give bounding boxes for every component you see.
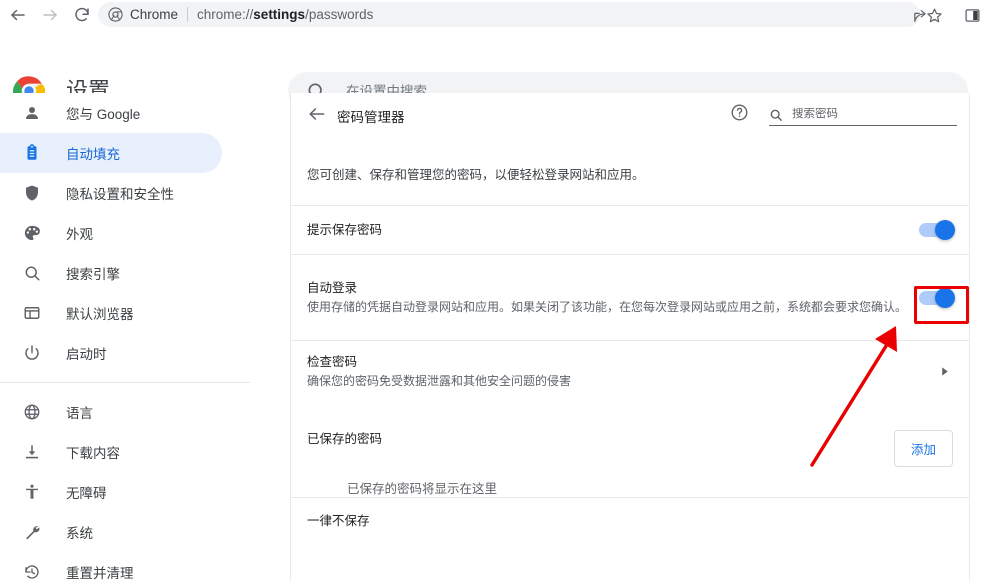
- chevron-right-icon[interactable]: [935, 363, 953, 381]
- row-text-block: 检查密码 确保您的密码免受数据泄露和其他安全问题的侵害: [307, 353, 935, 390]
- reload-icon: [75, 7, 89, 21]
- chevron-glyph: [941, 367, 948, 376]
- omnibox-divider: [187, 7, 189, 22]
- person-icon: [22, 103, 42, 123]
- power-icon: [22, 343, 42, 363]
- auto-sign-in-toggle[interactable]: [919, 287, 955, 308]
- sidebar-label: 重置并清理: [66, 566, 134, 581]
- side-panel-glyph: [964, 8, 980, 22]
- page-title: 密码管理器: [337, 110, 405, 125]
- sidebar-divider: [0, 382, 250, 383]
- row-text-block: 自动登录 使用存储的凭据自动登录网站和应用。如果关闭了该功能，在您每次登录网站或…: [307, 279, 919, 316]
- sidebar-label: 启动时: [66, 347, 107, 362]
- row-auto-sign-in[interactable]: 自动登录 使用存储的凭据自动登录网站和应用。如果关闭了该功能，在您每次登录网站或…: [291, 254, 969, 340]
- row-check-passwords[interactable]: 检查密码 确保您的密码免受数据泄露和其他安全问题的侵害: [291, 340, 969, 402]
- sidebar-item-languages[interactable]: 语言: [0, 392, 222, 432]
- forward-arrow-icon: [43, 9, 57, 20]
- offer-to-save-toggle[interactable]: [919, 220, 955, 240]
- sidebar-item-search-engine[interactable]: 搜索引擎: [0, 253, 222, 293]
- omnibox-url: chrome://settings/passwords: [197, 7, 373, 22]
- password-search-input[interactable]: [792, 107, 957, 122]
- star-glyph: [926, 8, 942, 22]
- omnibox[interactable]: Chrome chrome://settings/passwords: [98, 2, 920, 27]
- back-button[interactable]: [4, 1, 32, 29]
- row-title: 检查密码: [307, 355, 358, 369]
- sidebar-label: 搜索引擎: [66, 267, 120, 282]
- browser-window: Chrome chrome://settings/passwords 设置 在设…: [0, 0, 986, 581]
- clipboard-icon: [22, 143, 42, 163]
- sidebar-label: 语言: [66, 406, 93, 421]
- back-arrow-icon: [309, 108, 325, 120]
- panel-intro-text: 您可创建、保存和管理您的密码，以便轻松登录网站和应用。: [307, 168, 645, 182]
- sidebar-label: 您与 Google: [66, 107, 141, 122]
- add-password-button[interactable]: 添加: [893, 430, 953, 467]
- side-panel-icon[interactable]: [960, 3, 984, 27]
- sidebar-label: 外观: [66, 227, 93, 242]
- sidebar-label: 默认浏览器: [66, 307, 134, 322]
- sidebar-item-system[interactable]: 系统: [0, 512, 222, 552]
- row-title: 一律不保存: [307, 514, 370, 528]
- row-never-saved: 一律不保存: [291, 497, 969, 542]
- reload-button[interactable]: [68, 1, 96, 29]
- settings-sidebar: 您与 Google 自动填充 隐私设置和安全性 外观 搜索引擎 默认浏览器 启动…: [0, 93, 250, 581]
- saved-passwords-empty-state: 已保存的密码将显示在这里: [347, 482, 498, 496]
- sidebar-item-reset-cleanup[interactable]: 重置并清理: [0, 552, 222, 581]
- sidebar-item-accessibility[interactable]: 无障碍: [0, 472, 222, 512]
- help-circle-icon[interactable]: [730, 103, 750, 123]
- palette-icon: [22, 223, 42, 243]
- wrench-icon: [22, 522, 42, 542]
- sidebar-label: 无障碍: [66, 486, 107, 501]
- forward-button[interactable]: [36, 1, 64, 29]
- sidebar-item-privacy-security[interactable]: 隐私设置和安全性: [0, 173, 222, 213]
- back-arrow-icon: [11, 9, 25, 20]
- row-subtitle: 确保您的密码免受数据泄露和其他安全问题的侵害: [307, 374, 572, 388]
- row-subtitle: 使用存储的凭据自动登录网站和应用。如果关闭了该功能，在您每次登录网站或应用之前，…: [307, 300, 908, 314]
- sidebar-item-autofill[interactable]: 自动填充: [0, 133, 222, 173]
- download-icon: [22, 442, 42, 462]
- row-offer-to-save-passwords[interactable]: 提示保存密码: [291, 205, 969, 254]
- row-text-block: 一律不保存: [307, 512, 953, 530]
- row-title: 提示保存密码: [307, 223, 383, 237]
- sidebar-label: 自动填充: [66, 147, 120, 162]
- row-text-block: 提示保存密码: [307, 221, 919, 239]
- url-prefix: chrome://: [197, 7, 254, 22]
- browser-window-icon: [22, 303, 42, 323]
- star-icon[interactable]: [922, 3, 946, 27]
- search-icon: [22, 263, 42, 283]
- url-bold-part: settings: [253, 7, 306, 22]
- sidebar-item-appearance[interactable]: 外观: [0, 213, 222, 253]
- sidebar-label: 隐私设置和安全性: [66, 187, 174, 202]
- globe-icon: [22, 402, 42, 422]
- row-title: 已保存的密码: [307, 432, 383, 446]
- search-icon: [770, 109, 782, 121]
- sidebar-label: 下载内容: [66, 446, 120, 461]
- sidebar-label: 系统: [66, 526, 93, 541]
- sidebar-item-you-and-google[interactable]: 您与 Google: [0, 93, 222, 133]
- row-saved-passwords: 已保存的密码 添加: [291, 402, 969, 472]
- password-search-box[interactable]: [769, 104, 957, 126]
- toggle-knob: [935, 220, 955, 240]
- history-restore-icon: [22, 562, 42, 581]
- panel-back-button[interactable]: [307, 104, 329, 126]
- settings-header: 设置: [0, 29, 986, 110]
- chrome-icon: [108, 7, 123, 22]
- url-suffix: /passwords: [305, 7, 374, 22]
- row-text-block: 已保存的密码: [307, 430, 894, 448]
- sidebar-item-on-startup[interactable]: 启动时: [0, 333, 222, 373]
- shield-icon: [22, 183, 42, 203]
- sidebar-item-default-browser[interactable]: 默认浏览器: [0, 293, 222, 333]
- row-title: 自动登录: [307, 281, 358, 295]
- help-glyph: [731, 104, 748, 121]
- toggle-knob: [935, 287, 955, 308]
- omnibox-brand-label: Chrome: [130, 7, 179, 22]
- panel-header: 密码管理器: [291, 93, 969, 138]
- accessibility-icon: [22, 482, 42, 502]
- password-manager-panel: 密码管理器 您可创建、保存和管理您的密码，以便轻松登录网站和应用。 提示保存密码: [290, 93, 970, 581]
- sidebar-item-downloads[interactable]: 下载内容: [0, 432, 222, 472]
